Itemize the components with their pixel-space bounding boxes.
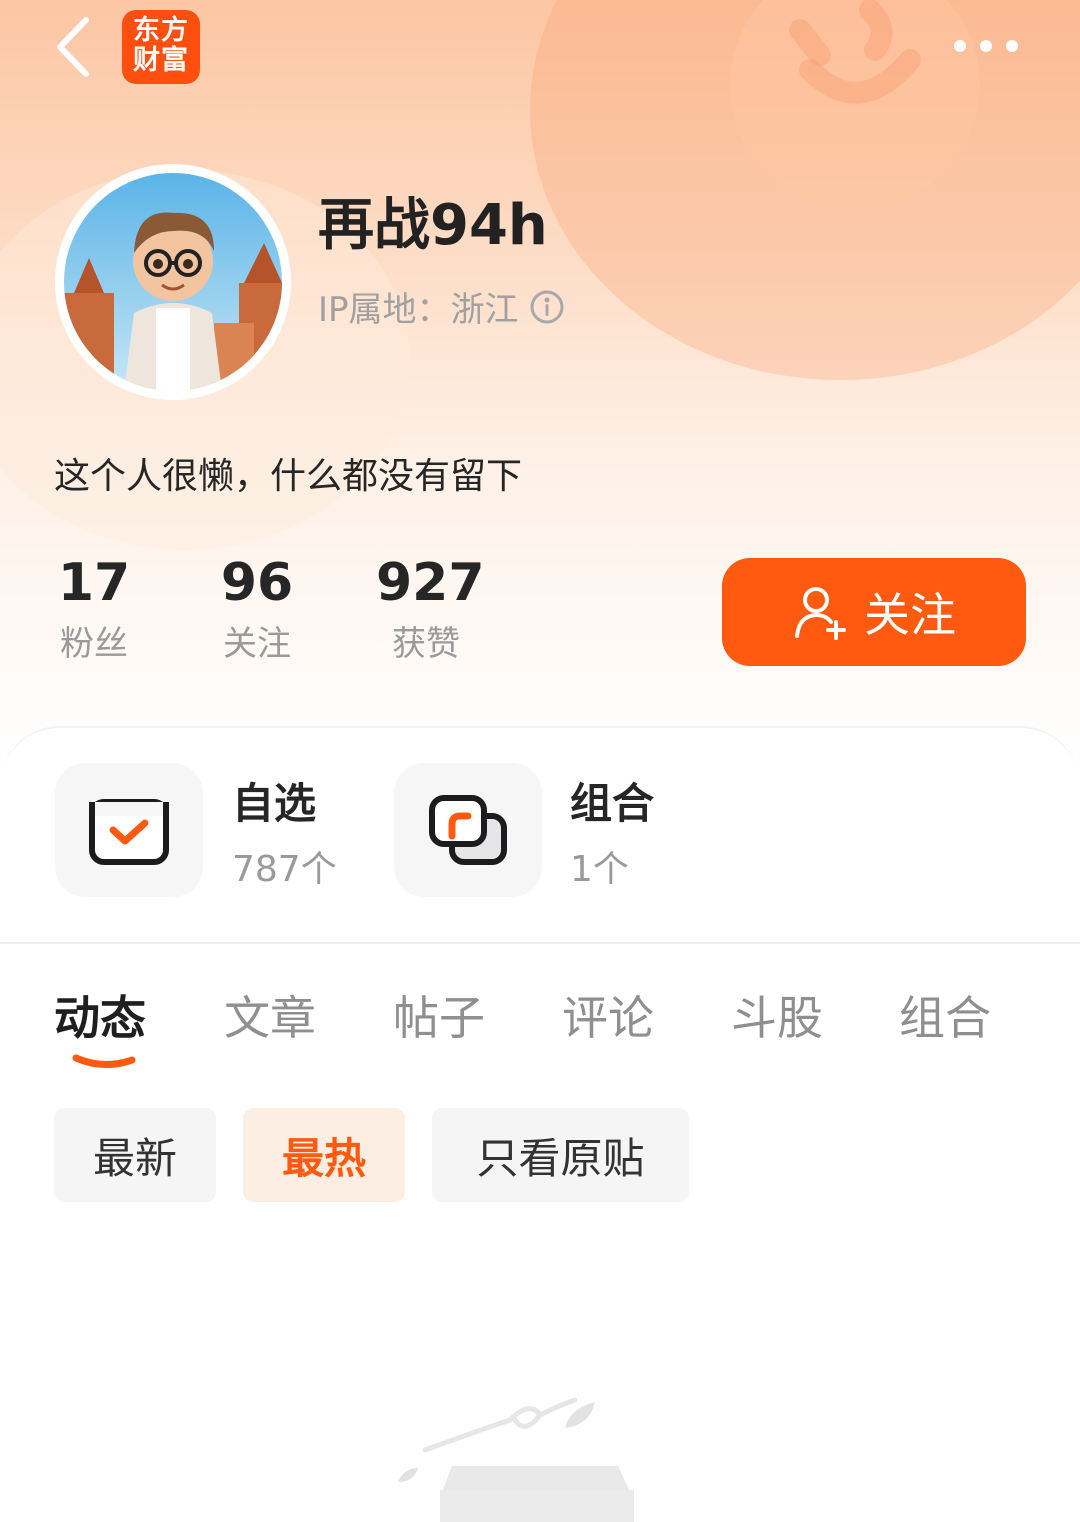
- filter-original-only[interactable]: 只看原贴: [432, 1108, 689, 1202]
- checkbox-icon: [89, 799, 169, 865]
- smile-decoration-icon: [789, 0, 921, 104]
- watchlist-tile[interactable]: [55, 763, 203, 897]
- stat-fans[interactable]: 17 粉丝: [54, 552, 134, 665]
- stat-value: 96: [220, 553, 294, 613]
- logo-text-line2: 财富: [133, 45, 189, 76]
- tab-stock-battles[interactable]: 斗股: [731, 982, 823, 1048]
- stat-label: 粉丝: [60, 624, 128, 664]
- avatar-image: [64, 173, 282, 391]
- ip-location-row: IP属地：浙江: [318, 282, 565, 331]
- watchlist-count: 787个: [232, 849, 337, 890]
- empty-box-icon: [398, 1397, 634, 1522]
- stat-label: 关注: [223, 624, 291, 664]
- ip-location-text: IP属地：浙江: [318, 290, 519, 330]
- add-user-icon: [795, 587, 846, 640]
- stat-value: 927: [376, 553, 485, 613]
- bio-text: 这个人很懒，什么都没有留下: [54, 456, 523, 497]
- logo-text-line1: 东方: [133, 15, 189, 46]
- tab-articles[interactable]: 文章: [224, 982, 316, 1048]
- filter-hottest[interactable]: 最热: [243, 1108, 405, 1202]
- more-options-icon[interactable]: [946, 28, 1030, 64]
- follow-button-label: 关注: [864, 588, 956, 642]
- portfolio-icon: [429, 795, 507, 865]
- stat-label: 获赞: [392, 624, 460, 664]
- back-arrow-icon[interactable]: [48, 14, 98, 80]
- portfolio-title[interactable]: 组合: [570, 770, 654, 831]
- username: 再战94h: [318, 193, 548, 258]
- tab-posts[interactable]: 帖子: [393, 982, 485, 1048]
- portfolio-tile[interactable]: [394, 763, 542, 897]
- tab-comments[interactable]: 评论: [562, 982, 654, 1048]
- divider: [0, 942, 1080, 944]
- assets-card: 自选 787个 组合 1个: [0, 726, 1080, 986]
- avatar[interactable]: [55, 164, 291, 400]
- portfolio-count: 1个: [570, 849, 629, 890]
- active-tab-indicator: [72, 1054, 136, 1068]
- info-icon[interactable]: [529, 289, 565, 325]
- filter-latest[interactable]: 最新: [54, 1108, 216, 1202]
- stat-value: 17: [57, 553, 131, 613]
- stat-following[interactable]: 96 关注: [216, 552, 298, 665]
- watchlist-title[interactable]: 自选: [232, 770, 316, 831]
- follow-button[interactable]: 关注: [722, 558, 1026, 666]
- tab-portfolios[interactable]: 组合: [899, 982, 991, 1048]
- tab-dynamics[interactable]: 动态: [54, 982, 146, 1048]
- stat-likes[interactable]: 927 获赞: [376, 552, 485, 665]
- app-logo: 东方 财富: [122, 10, 200, 84]
